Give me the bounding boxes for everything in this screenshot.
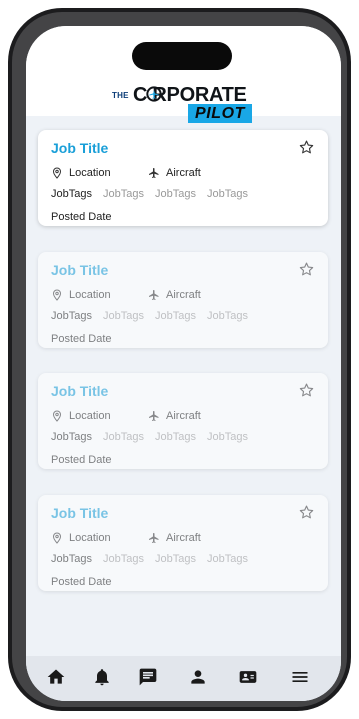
job-tag: JobTags xyxy=(51,553,92,565)
person-icon xyxy=(191,670,205,684)
job-tag: JobTags xyxy=(155,188,196,200)
aircraft-text: Aircraft xyxy=(166,289,201,301)
favorite-star-icon[interactable] xyxy=(298,261,315,278)
location-text: Location xyxy=(69,532,111,544)
job-title[interactable]: Job Title xyxy=(51,140,108,156)
job-tag: JobTags xyxy=(103,188,144,200)
airplane-icon xyxy=(149,533,159,543)
job-tag: JobTags xyxy=(51,431,92,443)
nav-bell-icon[interactable] xyxy=(92,667,112,687)
chat-icon xyxy=(139,668,157,686)
location-pin-icon xyxy=(52,167,62,179)
job-tag: JobTags xyxy=(207,553,248,565)
job-aircraft: Aircraft xyxy=(148,165,201,181)
job-aircraft: Aircraft xyxy=(148,530,201,546)
home-icon xyxy=(47,669,65,684)
menu-icon xyxy=(292,672,308,682)
job-card[interactable]: Job Title Location Aircraft JobTags JobTa… xyxy=(38,495,328,591)
job-tag: JobTags xyxy=(155,431,196,443)
job-tag: JobTags xyxy=(103,553,144,565)
phone-bezel: THE C RPORATE PILOT Job Title Location A… xyxy=(12,12,347,707)
bottom-navigation xyxy=(26,656,341,701)
job-location: Location xyxy=(51,287,111,303)
location-text: Location xyxy=(69,289,111,301)
nav-person-icon[interactable] xyxy=(188,667,208,687)
job-card[interactable]: Job Title Location Aircraft JobTags JobTa… xyxy=(38,252,328,348)
airplane-icon xyxy=(149,411,159,421)
nav-id-card-icon[interactable] xyxy=(238,667,258,687)
posted-date: Posted Date xyxy=(51,576,112,588)
app-screen: THE C RPORATE PILOT Job Title Location A… xyxy=(26,26,341,701)
job-tag: JobTags xyxy=(155,310,196,322)
job-tags: JobTags JobTags JobTags JobTags xyxy=(51,310,321,324)
job-title[interactable]: Job Title xyxy=(51,505,108,521)
aircraft-text: Aircraft xyxy=(166,410,201,422)
job-tag: JobTags xyxy=(103,431,144,443)
location-text: Location xyxy=(69,167,111,179)
location-pin-icon xyxy=(52,289,62,301)
airplane-icon xyxy=(149,168,159,178)
nav-home-icon[interactable] xyxy=(46,667,66,687)
airplane-icon xyxy=(149,290,159,300)
job-tag: JobTags xyxy=(51,310,92,322)
job-aircraft: Aircraft xyxy=(148,287,201,303)
job-tag: JobTags xyxy=(207,188,248,200)
id-card-icon xyxy=(239,671,257,683)
job-meta: Location Aircraft xyxy=(51,408,311,424)
job-tags: JobTags JobTags JobTags JobTags xyxy=(51,553,321,567)
job-tag: JobTags xyxy=(155,553,196,565)
favorite-star-icon[interactable] xyxy=(298,139,315,156)
job-location: Location xyxy=(51,165,111,181)
bell-icon xyxy=(95,669,109,686)
location-pin-icon xyxy=(52,410,62,422)
posted-date: Posted Date xyxy=(51,454,112,466)
corporate-pilot-logo[interactable]: THE C RPORATE PILOT xyxy=(112,75,252,123)
job-location: Location xyxy=(51,408,111,424)
job-aircraft: Aircraft xyxy=(148,408,201,424)
favorite-star-icon[interactable] xyxy=(298,504,315,521)
logo-subtitle: PILOT xyxy=(188,104,252,123)
job-card[interactable]: Job Title Location Aircraft JobTags JobTa… xyxy=(38,130,328,226)
aircraft-text: Aircraft xyxy=(166,532,201,544)
app-header: THE C RPORATE PILOT xyxy=(26,26,341,123)
phone-frame: THE C RPORATE PILOT Job Title Location A… xyxy=(8,8,351,711)
job-title[interactable]: Job Title xyxy=(51,383,108,399)
job-tags: JobTags JobTags JobTags JobTags xyxy=(51,188,321,202)
job-tag: JobTags xyxy=(207,431,248,443)
job-meta: Location Aircraft xyxy=(51,287,311,303)
job-card[interactable]: Job Title Location Aircraft JobTags JobTa… xyxy=(38,373,328,469)
job-meta: Location Aircraft xyxy=(51,530,311,546)
job-meta: Location Aircraft xyxy=(51,165,311,181)
location-text: Location xyxy=(69,410,111,422)
aircraft-text: Aircraft xyxy=(166,167,201,179)
job-tag: JobTags xyxy=(51,188,92,200)
nav-menu-icon[interactable] xyxy=(290,667,310,687)
location-pin-icon xyxy=(52,532,62,544)
posted-date: Posted Date xyxy=(51,211,112,223)
nav-chat-icon[interactable] xyxy=(138,667,158,687)
job-tag: JobTags xyxy=(207,310,248,322)
logo-prefix: THE xyxy=(112,91,129,100)
job-location: Location xyxy=(51,530,111,546)
camera-notch xyxy=(132,42,232,70)
job-tag: JobTags xyxy=(103,310,144,322)
favorite-star-icon[interactable] xyxy=(298,382,315,399)
job-title[interactable]: Job Title xyxy=(51,262,108,278)
job-tags: JobTags JobTags JobTags JobTags xyxy=(51,431,321,445)
posted-date: Posted Date xyxy=(51,333,112,345)
logo-plane-icon xyxy=(146,86,162,102)
